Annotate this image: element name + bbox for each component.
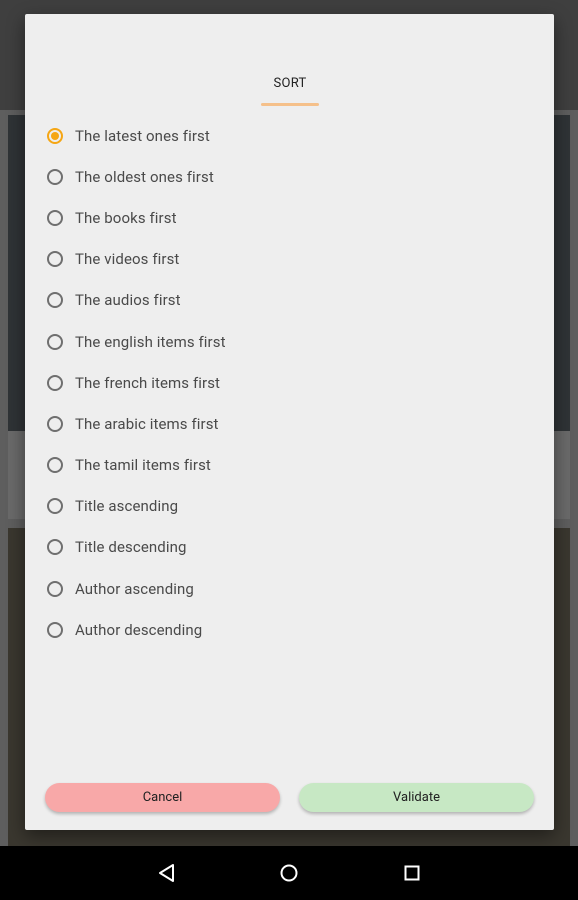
validate-button[interactable]: Validate [299, 783, 534, 812]
sort-option-label: Author ascending [75, 579, 194, 598]
sort-option-author-ascending[interactable]: Author ascending [45, 568, 525, 609]
back-icon[interactable] [155, 861, 179, 885]
sort-option-english-first[interactable]: The english items first [45, 321, 525, 362]
recent-apps-icon[interactable] [400, 861, 424, 885]
radio-button[interactable] [47, 498, 63, 515]
sort-option-title-ascending[interactable]: Title ascending [45, 486, 525, 527]
radio-button[interactable] [47, 333, 63, 350]
sort-option-oldest-first[interactable]: The oldest ones first [45, 156, 525, 197]
sort-option-latest-first[interactable]: The latest ones first [45, 115, 525, 156]
radio-button[interactable] [47, 168, 63, 185]
sort-option-tamil-first[interactable]: The tamil items first [45, 445, 525, 486]
sort-option-french-first[interactable]: The french items first [45, 362, 525, 403]
radio-button[interactable] [47, 209, 63, 226]
sort-option-label: The english items first [75, 332, 226, 351]
radio-button[interactable] [47, 127, 63, 144]
radio-button[interactable] [47, 292, 63, 309]
sort-option-label: Title ascending [75, 497, 179, 516]
sort-option-arabic-first[interactable]: The arabic items first [45, 403, 525, 444]
radio-button[interactable] [47, 251, 63, 268]
home-icon[interactable] [277, 861, 301, 885]
sort-option-label: The oldest ones first [75, 167, 214, 186]
sort-option-label: The arabic items first [75, 414, 219, 433]
sort-option-label: The tamil items first [75, 456, 211, 475]
sort-options-list: The latest ones first The oldest ones fi… [45, 115, 525, 650]
radio-button[interactable] [47, 621, 63, 638]
sort-option-label: The audios first [75, 291, 181, 310]
sort-dialog: SORT The latest ones first The oldest on… [25, 14, 554, 830]
system-nav-bar [0, 846, 578, 900]
sort-option-label: The books first [75, 208, 177, 227]
radio-button[interactable] [47, 539, 63, 556]
radio-button[interactable] [47, 580, 63, 597]
radio-button[interactable] [47, 415, 63, 432]
sort-option-videos-first[interactable]: The videos first [45, 239, 525, 280]
sort-option-label: The videos first [75, 250, 180, 269]
radio-button[interactable] [47, 374, 63, 391]
sort-option-label: The latest ones first [75, 126, 210, 145]
sort-option-books-first[interactable]: The books first [45, 197, 525, 238]
sort-option-author-descending[interactable]: Author descending [45, 609, 525, 650]
sort-option-label: Author descending [75, 620, 203, 639]
radio-button[interactable] [47, 457, 63, 474]
tab-sort-indicator [261, 103, 319, 106]
sort-option-label: The french items first [75, 373, 221, 392]
sort-option-audios-first[interactable]: The audios first [45, 280, 525, 321]
sort-option-label: Title descending [75, 538, 187, 557]
tab-sort-label: SORT [273, 76, 307, 91]
sort-option-title-descending[interactable]: Title descending [45, 527, 525, 568]
tab-sort[interactable]: SORT [261, 74, 319, 120]
cancel-button[interactable]: Cancel [45, 783, 280, 812]
